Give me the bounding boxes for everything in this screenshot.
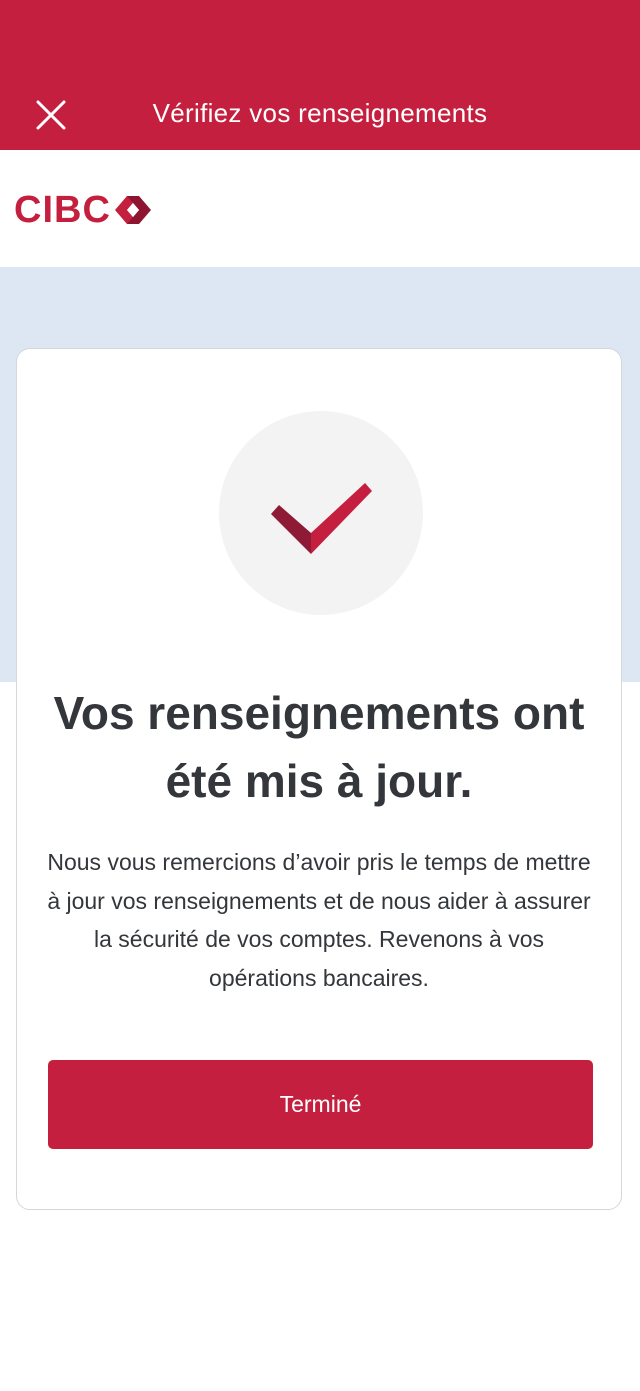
done-button[interactable]: Terminé: [48, 1060, 593, 1149]
checkmark-icon: [271, 483, 372, 554]
confirmation-message: Nous vous remercions d’avoir pris le tem…: [47, 849, 591, 991]
header-title: Vérifiez vos renseignements: [152, 98, 488, 128]
checkmark-badge: [219, 411, 423, 615]
cibc-logo: CIBC: [14, 190, 153, 230]
done-button-label: Terminé: [279, 1091, 362, 1117]
top-header-bar: Vérifiez vos renseignements: [0, 0, 640, 150]
logo-text: CIBC: [14, 189, 111, 231]
confirmation-heading: Vos renseignements ont été mis à jour.: [53, 687, 585, 807]
cibc-logo-mark-icon: [114, 196, 151, 224]
confirmation-card: Vos renseignements ont été mis à jour. N…: [16, 348, 622, 1210]
